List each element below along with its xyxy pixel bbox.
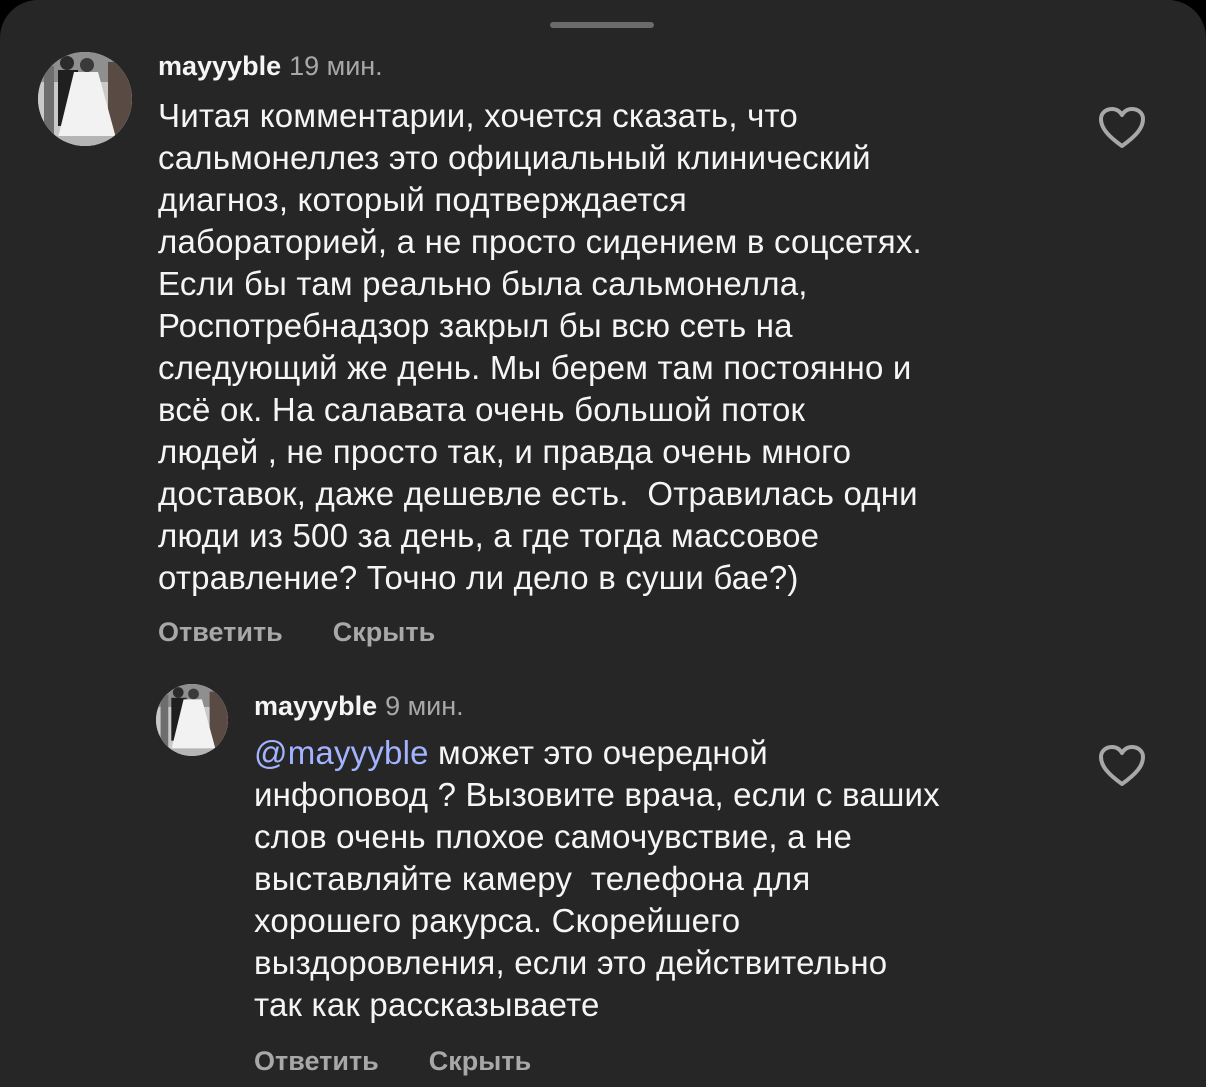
username[interactable]: mayyyble bbox=[158, 51, 281, 81]
sheet-drag-handle[interactable] bbox=[550, 22, 654, 28]
reply-button[interactable]: Ответить bbox=[158, 617, 283, 647]
comment-header: mayyyble 19 мин. bbox=[158, 50, 383, 82]
hide-button[interactable]: Скрыть bbox=[429, 1046, 531, 1076]
mention-link[interactable]: @mayyyble bbox=[254, 734, 429, 771]
comment-actions: Ответить Скрыть bbox=[254, 1046, 531, 1077]
timestamp: 9 мин. bbox=[385, 691, 464, 721]
avatar-image bbox=[38, 52, 132, 146]
comments-sheet: mayyyble 19 мин. Читая комментарии, хочет… bbox=[0, 0, 1206, 1087]
reply-button[interactable]: Ответить bbox=[254, 1046, 379, 1076]
comment-header: mayyyble 9 мин. bbox=[254, 690, 464, 722]
timestamp: 19 мин. bbox=[289, 51, 383, 81]
comment-text: @mayyyble может это очередной инфоповод … bbox=[254, 732, 1074, 1026]
avatar[interactable] bbox=[156, 684, 228, 756]
heart-outline-icon[interactable] bbox=[1098, 106, 1146, 150]
hide-button[interactable]: Скрыть bbox=[333, 617, 435, 647]
avatar-image bbox=[156, 684, 228, 756]
comment-text: Читая комментарии, хочется сказать, что … bbox=[158, 97, 922, 596]
avatar[interactable] bbox=[38, 52, 132, 146]
comment-text-body: может это очередной инфоповод ? Вызовите… bbox=[254, 734, 940, 1023]
heart-outline-icon[interactable] bbox=[1098, 744, 1146, 788]
username[interactable]: mayyyble bbox=[254, 691, 377, 721]
comment-actions: Ответить Скрыть bbox=[158, 617, 435, 648]
